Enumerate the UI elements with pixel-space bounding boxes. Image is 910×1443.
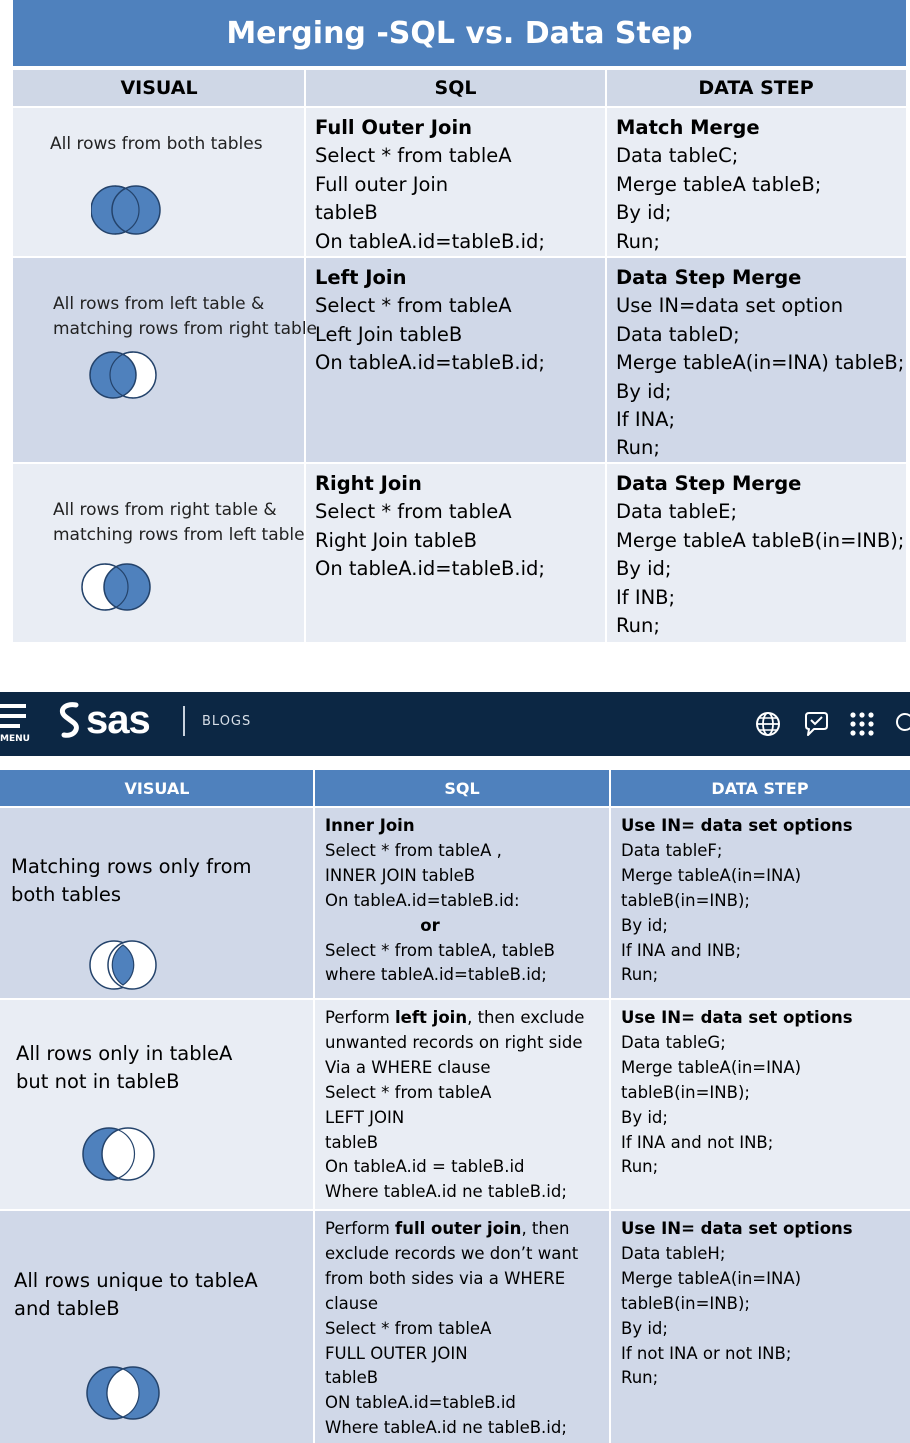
menu-icon (0, 704, 26, 708)
header-visual: VISUAL (120, 77, 198, 99)
menu-label: MENU (0, 734, 30, 744)
venn-left-join-icon (89, 351, 157, 399)
venn-full-outer-icon (91, 185, 161, 235)
header-data-step: DATA STEP (698, 77, 814, 99)
data-step-cell: Data Step Merge Data tableE; Merge table… (616, 472, 905, 638)
data-step-cell: Data Step Merge Use IN=data set option D… (616, 266, 905, 460)
top-table-header-row: VISUAL SQL DATA STEP (13, 70, 906, 106)
data-step-cell: Use IN= data set options Data tableH; Me… (621, 1219, 853, 1388)
data-step-cell: Match Merge Data tableC; Merge tableA ta… (616, 116, 822, 253)
table-row: All rows unique to tableA and tableB Per… (0, 1211, 910, 1443)
bottom-table-header-row: VISUAL SQL DATA STEP (0, 770, 910, 806)
venn-left-anti-join-icon (82, 1127, 155, 1181)
visual-description: All rows from left table & matching rows… (53, 294, 318, 339)
sql-cell: Right Join Select * from tableA Right Jo… (315, 472, 545, 581)
globe-icon[interactable] (754, 710, 782, 738)
venn-inner-join-icon (89, 940, 157, 990)
sql-cell: Inner Join Select * from tableA , INNER … (325, 816, 555, 985)
sas-logo-text: sas (86, 697, 151, 742)
navbar-divider (183, 706, 185, 736)
sql-cell: Full Outer Join Select * from tableA Ful… (315, 116, 545, 253)
table-row: All rows from right table & matching row… (13, 464, 906, 642)
top-table-title: Merging -SQL vs. Data Step (13, 0, 906, 66)
visual-description: All rows only in tableA but not in table… (16, 1042, 233, 1093)
header-sql: SQL (434, 77, 477, 99)
visual-description: All rows from right table & matching row… (53, 500, 305, 545)
sas-logo-link[interactable]: sas (56, 697, 151, 742)
table-row: All rows only in tableA but not in table… (0, 1000, 910, 1209)
sql-cell: Perform left join, then exclude unwanted… (325, 1008, 585, 1202)
venn-right-join-icon (81, 563, 151, 611)
data-step-cell: Use IN= data set options Data tableG; Me… (621, 1008, 853, 1177)
header-visual: VISUAL (124, 778, 190, 798)
apps-grid-icon[interactable] (848, 710, 876, 738)
sql-cell: Perform full outer join, then exclude re… (325, 1219, 579, 1438)
data-step-cell: Use IN= data set options Data tableF; Me… (621, 816, 853, 985)
visual-description: Matching rows only from both tables (11, 855, 252, 906)
sql-cell: Left Join Select * from tableA Left Join… (315, 266, 545, 375)
visual-description: All rows unique to tableA and tableB (14, 1269, 258, 1320)
header-data-step: DATA STEP (711, 778, 809, 798)
venn-full-anti-join-icon (86, 1366, 160, 1420)
table-row: All rows from left table & matching rows… (13, 258, 906, 462)
sas-blogs-navbar: MENU sas BLOGS (0, 692, 910, 756)
table-row: Matching rows only from both tables Inne… (0, 808, 910, 998)
table-row: All rows from both tables Full Outer Joi… (13, 108, 906, 256)
chat-icon[interactable] (802, 710, 830, 738)
blogs-section-link[interactable]: BLOGS (202, 714, 251, 729)
header-sql: SQL (444, 778, 480, 798)
sas-logo-icon (59, 702, 79, 738)
visual-description: All rows from both tables (50, 134, 263, 154)
search-icon[interactable] (894, 710, 910, 738)
